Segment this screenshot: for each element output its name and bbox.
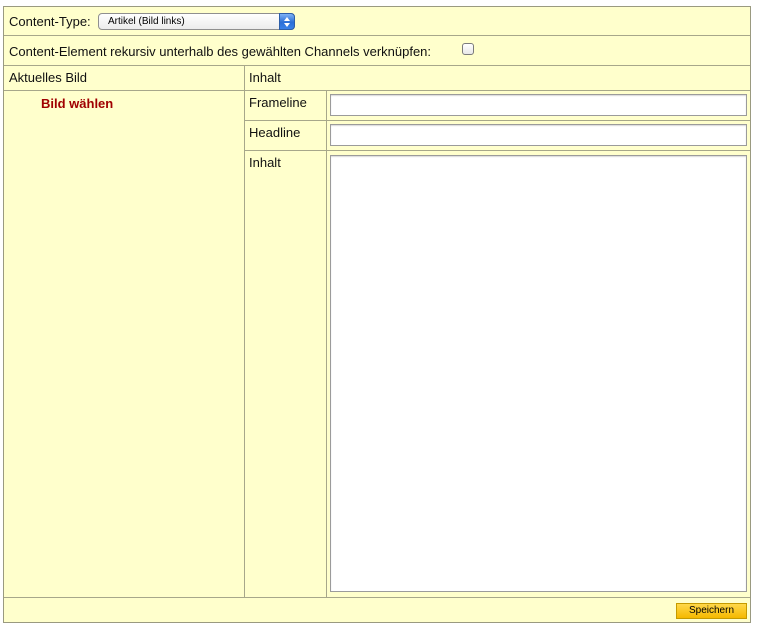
row-divider	[4, 90, 750, 91]
content-header: Inhalt	[249, 70, 281, 85]
pick-image-link[interactable]: Bild wählen	[41, 96, 113, 112]
content-label: Inhalt	[249, 155, 281, 170]
field-divider	[245, 150, 750, 151]
recursive-label: Content-Element rekursiv unterhalb des g…	[9, 44, 432, 59]
recursive-checkbox[interactable]	[462, 43, 474, 55]
current-image-header: Aktuelles Bild	[9, 70, 88, 85]
headline-input[interactable]	[330, 124, 747, 146]
select-arrows-icon	[279, 13, 295, 30]
footer-divider	[4, 597, 750, 598]
save-button[interactable]: Speichern	[676, 603, 747, 619]
label-divider	[326, 91, 327, 597]
content-textarea[interactable]	[330, 155, 747, 592]
field-divider	[245, 120, 750, 121]
row-divider	[4, 35, 750, 36]
content-type-label: Content-Type:	[9, 14, 91, 29]
frameline-label: Frameline	[249, 95, 307, 110]
content-type-select[interactable]: Artikel (Bild links)	[98, 13, 295, 30]
headline-label: Headline	[249, 125, 301, 140]
row-divider	[4, 65, 750, 66]
frameline-input[interactable]	[330, 94, 747, 116]
content-type-value: Artikel (Bild links)	[108, 16, 185, 27]
content-form: Content-Type: Artikel (Bild links) Conte…	[3, 6, 751, 623]
column-divider	[244, 65, 245, 597]
